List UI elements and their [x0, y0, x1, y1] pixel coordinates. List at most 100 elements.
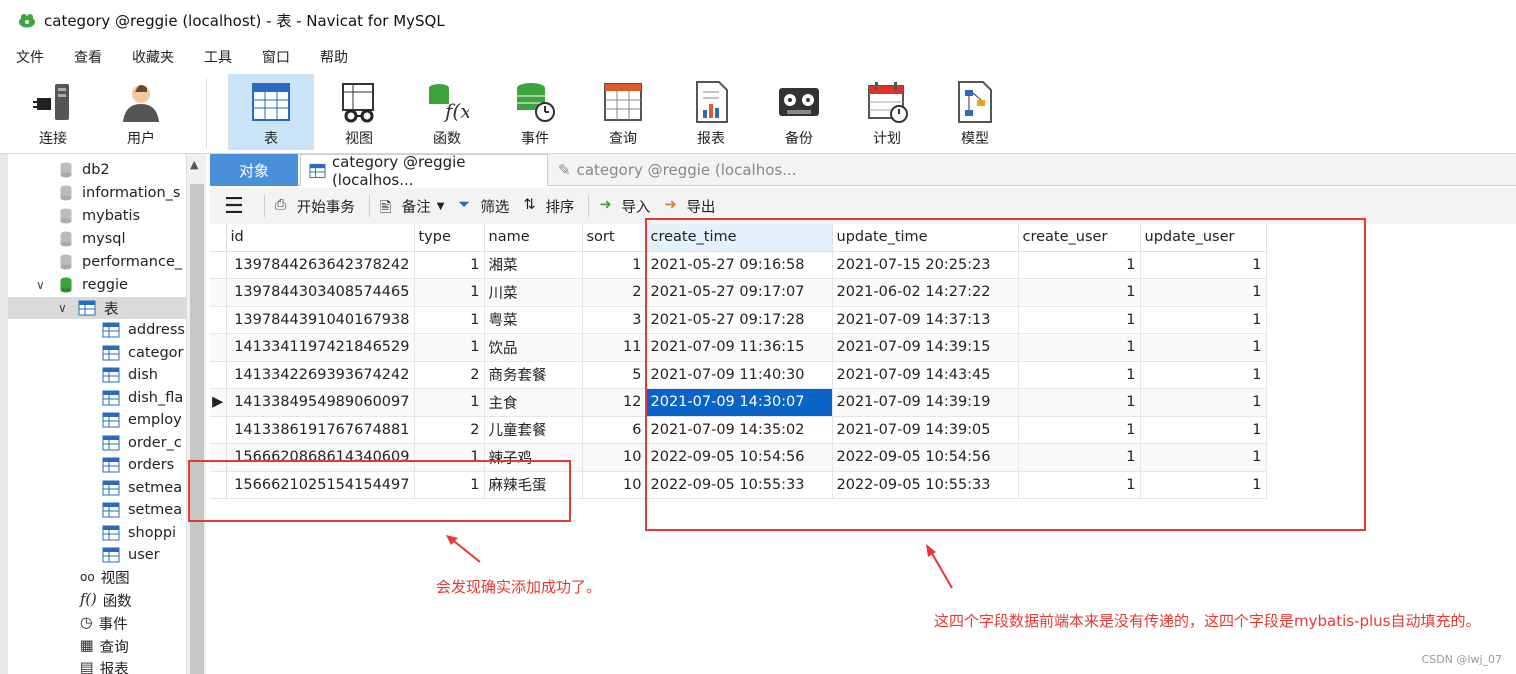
- tree-table-item[interactable]: address: [102, 319, 185, 341]
- row-gutter[interactable]: [210, 306, 227, 334]
- column-header-name[interactable]: name: [484, 224, 583, 252]
- toolbar-connect-button[interactable]: 连接: [10, 74, 96, 150]
- cell-type[interactable]: 2: [414, 361, 485, 389]
- begin-transaction-button[interactable]: ⎙ 开始事务: [275, 196, 355, 217]
- toolbar-table-button[interactable]: 表: [228, 74, 314, 150]
- cell-id[interactable]: 1413341197421846529: [226, 333, 415, 362]
- cell-sort[interactable]: 3: [582, 306, 647, 334]
- menu-favorites[interactable]: 收藏夹: [132, 47, 174, 67]
- cell-type[interactable]: 2: [414, 416, 485, 444]
- cell-sort[interactable]: 10: [582, 471, 647, 499]
- tree-table-item[interactable]: user: [102, 544, 160, 566]
- tree-db-reggie[interactable]: ∨ reggie: [36, 274, 128, 296]
- row-gutter[interactable]: [210, 416, 227, 444]
- tree-group-tables[interactable]: ∨ 表: [8, 297, 186, 319]
- cell-name[interactable]: 湘菜: [484, 251, 583, 279]
- tree-db-mybatis[interactable]: mybatis: [60, 205, 140, 227]
- import-button[interactable]: ➜ 导入: [599, 196, 650, 217]
- tree-table-item[interactable]: setmea: [102, 499, 182, 521]
- menu-help[interactable]: 帮助: [320, 47, 348, 67]
- menu-tools[interactable]: 工具: [204, 47, 232, 67]
- cell-sort[interactable]: 12: [582, 388, 647, 417]
- main-toolbar: 连接 用户 表 视图 f(x) 函数 事件 查询 报表 备份 计划 模型: [0, 72, 1516, 154]
- tree-functions[interactable]: f() 函数: [80, 589, 132, 611]
- current-row-pointer-icon[interactable]: ▶: [210, 388, 227, 417]
- note-button[interactable]: 🖹 备注 ▼: [380, 196, 445, 217]
- cell-sort[interactable]: 5: [582, 361, 647, 389]
- row-gutter[interactable]: [210, 361, 227, 389]
- cell-id[interactable]: 1413384954989060097: [226, 388, 415, 417]
- tree-table-item[interactable]: order_c: [102, 432, 182, 454]
- cell-id[interactable]: 1397844303408574465: [226, 278, 415, 307]
- cell-id[interactable]: 1413342269393674242: [226, 361, 415, 389]
- toolbar-query-button[interactable]: 查询: [580, 74, 666, 150]
- sort-button[interactable]: ⇅ 排序: [523, 196, 574, 217]
- toolbar-event-button[interactable]: 事件: [492, 74, 578, 150]
- row-gutter[interactable]: [210, 333, 227, 362]
- cell-type[interactable]: 1: [414, 388, 485, 417]
- export-button[interactable]: ➜ 导出: [664, 196, 715, 217]
- cell-id[interactable]: 1413386191767674881: [226, 416, 415, 444]
- tab-category-data[interactable]: category @reggie (localhos...: [300, 153, 548, 189]
- column-header-id[interactable]: id: [226, 224, 415, 252]
- tree-events[interactable]: ◷ 事件: [80, 612, 128, 634]
- tree-table-label: orders: [128, 457, 175, 473]
- tree-table-label: setmea: [128, 502, 183, 518]
- toolbar-report-button[interactable]: 报表: [668, 74, 754, 150]
- tree-table-item[interactable]: dish: [102, 364, 158, 386]
- cell-name[interactable]: 主食: [484, 388, 583, 417]
- cell-name[interactable]: 儿童套餐: [484, 416, 583, 444]
- tree-table-item[interactable]: shoppi: [102, 522, 176, 544]
- tree-db-performance-schema[interactable]: performance_: [60, 251, 182, 273]
- chevron-down-icon[interactable]: ∨: [58, 301, 72, 315]
- menu-view[interactable]: 查看: [74, 47, 102, 67]
- tab-category-design[interactable]: ✎ category @reggie (localhos...: [550, 154, 810, 186]
- column-header-type[interactable]: type: [414, 224, 485, 252]
- tree-queries[interactable]: ▦ 查询: [80, 635, 129, 657]
- toolbar-function-button[interactable]: f(x) 函数: [404, 74, 490, 150]
- tree-views[interactable]: oo 视图: [80, 566, 130, 588]
- cell-type[interactable]: 1: [414, 306, 485, 334]
- cell-name[interactable]: 川菜: [484, 278, 583, 307]
- cell-sort[interactable]: 11: [582, 333, 647, 362]
- tree-table-item[interactable]: setmea: [102, 477, 182, 499]
- tree-db-information-schema[interactable]: information_s: [60, 182, 181, 204]
- menu-file[interactable]: 文件: [16, 47, 44, 67]
- tree-table-item[interactable]: employ: [102, 409, 182, 431]
- chevron-down-icon[interactable]: ∨: [36, 278, 50, 292]
- cell-type[interactable]: 1: [414, 278, 485, 307]
- tree-table-item[interactable]: orders: [102, 454, 174, 476]
- tab-objects[interactable]: 对象: [210, 154, 298, 186]
- cell-sort[interactable]: 2: [582, 278, 647, 307]
- tree-db-mysql[interactable]: mysql: [60, 228, 126, 250]
- cell-sort[interactable]: 10: [582, 443, 647, 472]
- cell-name[interactable]: 饮品: [484, 333, 583, 362]
- caret-down-icon[interactable]: ▼: [437, 201, 445, 212]
- cell-sort[interactable]: 6: [582, 416, 647, 444]
- row-gutter[interactable]: [210, 278, 227, 307]
- cell-sort[interactable]: 1: [582, 251, 647, 279]
- cell-name[interactable]: 商务套餐: [484, 361, 583, 389]
- menu-hamburger-icon[interactable]: ☰: [224, 194, 244, 219]
- toolbar-user-button[interactable]: 用户: [98, 74, 184, 150]
- toolbar-backup-button[interactable]: 备份: [756, 74, 842, 150]
- filter-button[interactable]: ⏷ 筛选: [458, 196, 509, 217]
- toolbar-schedule-button[interactable]: 计划: [844, 74, 930, 150]
- menu-window[interactable]: 窗口: [262, 47, 290, 67]
- row-gutter[interactable]: [210, 251, 227, 279]
- scrollbar-thumb[interactable]: [190, 184, 204, 674]
- cell-id[interactable]: 1397844391040167938: [226, 306, 415, 334]
- cell-name[interactable]: 粤菜: [484, 306, 583, 334]
- sidebar-scrollbar[interactable]: ▲: [186, 154, 206, 674]
- cell-type[interactable]: 1: [414, 333, 485, 362]
- cell-id[interactable]: 1397844263642378242: [226, 251, 415, 279]
- tree-reports[interactable]: ▤ 报表: [80, 657, 129, 674]
- column-header-sort[interactable]: sort: [582, 224, 647, 252]
- tree-db-db2[interactable]: db2: [60, 159, 110, 181]
- tree-table-item[interactable]: dish_fla: [102, 387, 183, 409]
- scroll-up-icon[interactable]: ▲: [190, 158, 198, 171]
- toolbar-view-button[interactable]: 视图: [316, 74, 402, 150]
- cell-type[interactable]: 1: [414, 251, 485, 279]
- tree-table-item[interactable]: categor: [102, 342, 184, 364]
- toolbar-model-button[interactable]: 模型: [932, 74, 1018, 150]
